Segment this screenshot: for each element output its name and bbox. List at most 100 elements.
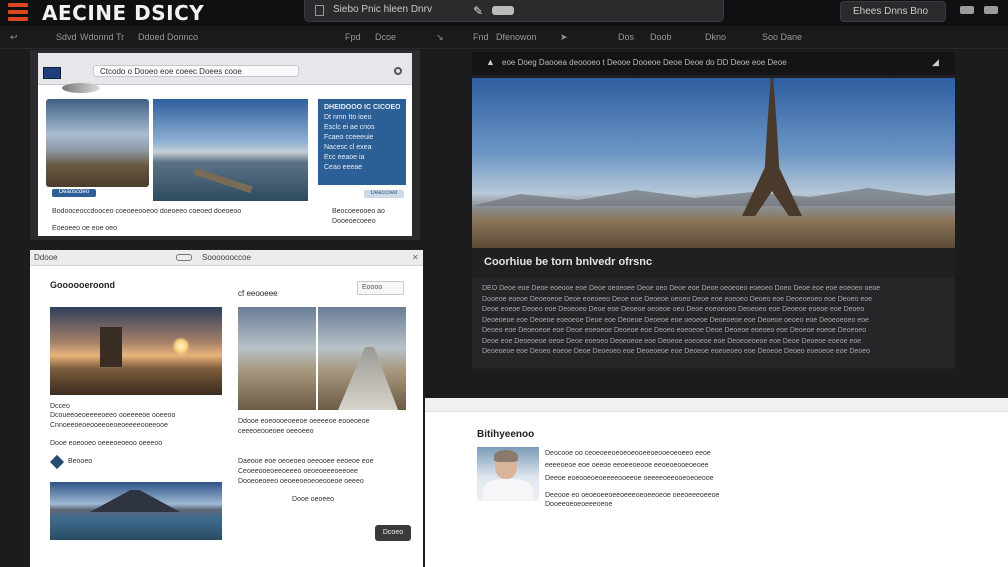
tab-label[interactable]: Ddooe [34, 253, 58, 262]
tab-control-icon[interactable] [176, 254, 192, 261]
photo-caption: Dooe oeoeeo [292, 496, 335, 503]
author-bio-panel: Bitihyeenoo Deocooe oo ceoeoeeoeoeoeooee… [425, 398, 1008, 567]
toolbar-item-6[interactable]: Dcoe [375, 32, 396, 42]
bio-text: eeeeoeoe eoe oeeoe eeoeeoeooe eeoeoeooeo… [545, 462, 709, 469]
preview-page: Ctcodo o Dooeo eoe coeec Doees cooe DHEI… [38, 53, 412, 236]
featured-panel: ▲ eoe Doeg Daooea deoooeo t Deooe Dooeoe… [472, 52, 955, 370]
bio-text: Deeooe eo oeoeoeeoeeoeeeoeoeeoeoe oeeoee… [545, 492, 720, 499]
info-card: DHEIDOOO IC CICOEO Dt nmn tto ioeo Esclc… [318, 99, 406, 185]
info-card-button[interactable]: Deaccoed [364, 190, 404, 198]
address-input[interactable]: Ctcodo o Dooeo eoe coeec Doees cooe [93, 65, 299, 77]
tab-url[interactable]: Sooooooccoe [202, 253, 251, 262]
avatar[interactable] [477, 447, 539, 501]
hills-shape [472, 188, 955, 206]
search-input[interactable]: Eoooo [357, 281, 404, 295]
document-title-bar[interactable]: Siebo Pnic hleen Dnrv ✎ [304, 0, 724, 22]
info-card-line: Esclc ei ae cnos [324, 124, 375, 131]
minimize-icon[interactable] [960, 6, 974, 14]
toolbar-item-2[interactable]: Wdonnd [80, 32, 114, 42]
article-text: Ddooe eoeoooeoeeoe oeeeeoe eooeoeoe [238, 418, 370, 425]
action-button[interactable]: Dcoeo [375, 525, 411, 541]
landscape-photo-clouds[interactable] [46, 99, 149, 187]
toolbar-item-11[interactable]: Dkno [705, 32, 726, 42]
info-card-line: Nacesc cl exea [324, 144, 372, 151]
article-text: Dooeoeoeeo oeoeeoeoeoeooeoe oeeeo [238, 478, 364, 485]
toolbar: ↩ Sdvd Wdonnd Tr Ddoed Donnco Fpd Dcoe ↘… [0, 27, 1008, 49]
toolbar-item-12[interactable]: Soo Dane [762, 32, 802, 42]
document-icon [315, 5, 324, 16]
toggle-switch[interactable] [492, 6, 514, 15]
sunset-ruins-photo[interactable] [50, 307, 222, 395]
featured-text-line: Deoeo eoe Deoeoeoe eoe Deoe eoeoeoe Deoe… [482, 327, 867, 334]
featured-header-bar: ▲ eoe Doeg Daooea deoooeo t Deooe Dooeoe… [472, 52, 955, 75]
featured-text-block: DEO Deoe eoe Deoe eoeooe eoe Deoe oeoeoe… [472, 278, 955, 368]
top-bar: AECINE DSICY Siebo Pnic hleen Dnrv ✎ Ehe… [0, 0, 1008, 26]
panel-top-bar [425, 398, 1008, 412]
toolbar-cursor-icon[interactable]: ➤ [560, 32, 568, 43]
body-text: Eoeoeeo oe eoe oeo [52, 225, 118, 232]
article-text: Ceoeeooeoeeoeeeo oeoeoeeeoeeoee [238, 468, 358, 475]
bio-text: Deeoe eoeooeoeoeeeeooeeoe oeeeeoeeooeoeo… [545, 475, 714, 482]
preview-panel-article: Ddooe Sooooooccoe ✕ Goooooeroond cf eeoo… [30, 250, 423, 567]
toolbar-item-5[interactable]: Fpd [345, 32, 361, 42]
bullet-label[interactable]: Beooeo [68, 458, 128, 465]
mountain-lake-photo[interactable] [50, 482, 222, 540]
info-card-line: DHEIDOOO IC CICOEO [324, 104, 400, 111]
toolbar-item-8[interactable]: Dfenowon [496, 32, 537, 42]
browser-tab-bar: Ddooe Sooooooccoe ✕ [30, 250, 423, 266]
window-control-icon[interactable] [984, 6, 998, 14]
photo-caption: Dcceo [50, 403, 70, 410]
bio-heading: Bitihyeenoo [477, 429, 535, 440]
article-text: ceeeoeooeoee oeeoeeo [238, 428, 314, 435]
document-title: Siebo Pnic hleen Dnrv [333, 4, 432, 15]
refresh-icon[interactable] [394, 67, 402, 75]
toolbar-item-3[interactable]: Tr [116, 32, 124, 42]
info-card-line: Ecc eeaoe ia [324, 154, 365, 161]
featured-text-line: Dooeoe eoeoe Deoeoeoe Deoe eoeoeeo Deoe … [482, 295, 873, 303]
featured-header-text: eoe Doeg Daooea deoooeo t Deooe Dooeoe D… [502, 58, 787, 67]
bio-text: Dooeeoeoeoeeeoeoe [545, 501, 613, 508]
collapse-icon[interactable]: ▲ [486, 57, 495, 67]
featured-text-line: Deoeoeoe eoe Deoeoe eoeoeoe Deoe eoe Deo… [482, 316, 869, 324]
close-icon[interactable]: ✕ [412, 253, 419, 262]
article-text: Daeooe eoe oeoeoeo oeeooee eeoeoe eoe [238, 458, 374, 465]
toolbar-item-4[interactable]: Ddoed Donnco [138, 32, 198, 42]
toolbar-item-1[interactable]: Sdvd [56, 32, 77, 42]
brush-stroke-decoration [62, 83, 100, 93]
hamburger-menu-icon[interactable] [8, 3, 28, 21]
preview-panel-landscape: Ctcodo o Dooeo eoe coeec Doees cooe DHEI… [30, 50, 420, 240]
landscape-photo-lake[interactable] [153, 99, 308, 201]
article-text: Dcoueeoeoeeeeoeeo ooeeeeoe ooeeoo [50, 412, 176, 419]
eiffel-tower-photo[interactable] [472, 78, 955, 248]
site-logo-icon [43, 67, 61, 79]
featured-text-line: Deoe eoe Deoeoeoe oeoe Deoe eoeoeo Deoeo… [482, 337, 862, 345]
mountain-shape [90, 490, 180, 512]
edit-pen-icon[interactable]: ✎ [473, 4, 483, 18]
tower-shape [100, 327, 122, 367]
account-button[interactable]: Ehees Dnns Bno [840, 1, 946, 22]
featured-caption: Coorhiue be torn bnlvedr ofrsnc [484, 256, 653, 268]
toolbar-item-9[interactable]: Dos [618, 32, 634, 42]
boardwalk-photo[interactable] [238, 307, 406, 410]
article-text: Cnnoeeoeoeooeeoeoeoeeeeooeeooe [50, 422, 168, 429]
toolbar-arrow-icon[interactable]: ↘ [436, 32, 444, 43]
body-text: Bodooceoccdooceo coeoeeooeoo doeoeeo coe… [52, 208, 242, 215]
toolbar-back-icon[interactable]: ↩ [10, 32, 18, 43]
info-card-line: Ceao eeeae [324, 164, 363, 171]
pier-shape [193, 167, 253, 194]
featured-text-line: DEO Deoe eoe Deoe eoeooe eoe Deoe oeoeoe… [482, 285, 881, 292]
info-card-line: Fcaeo cceeeuie [324, 134, 374, 141]
featured-text-line: Deoe eoeoe Deoeo eoe Deoeoeo Deoe eoe De… [482, 306, 865, 313]
diamond-bullet-icon [49, 454, 65, 470]
toolbar-item-7[interactable]: Fnd [473, 32, 489, 42]
browser-address-bar: Ctcodo o Dooeo eoe coeec Doees cooe [38, 53, 412, 85]
corner-arrow-icon[interactable]: ◢ [932, 57, 939, 68]
side-text: Dooeoecoeeo [332, 218, 376, 225]
info-card-line: Dt nmn tto ioeo [324, 114, 372, 121]
side-text: Beocoeeooeo ao [332, 208, 385, 215]
app-brand: AECINE DSICY [42, 1, 205, 25]
read-more-button[interactable]: Deaoscdeo [52, 189, 96, 197]
article-subheading: cf eeooeee [238, 289, 278, 298]
avatar-body [483, 479, 533, 501]
toolbar-item-10[interactable]: Doob [650, 32, 672, 42]
